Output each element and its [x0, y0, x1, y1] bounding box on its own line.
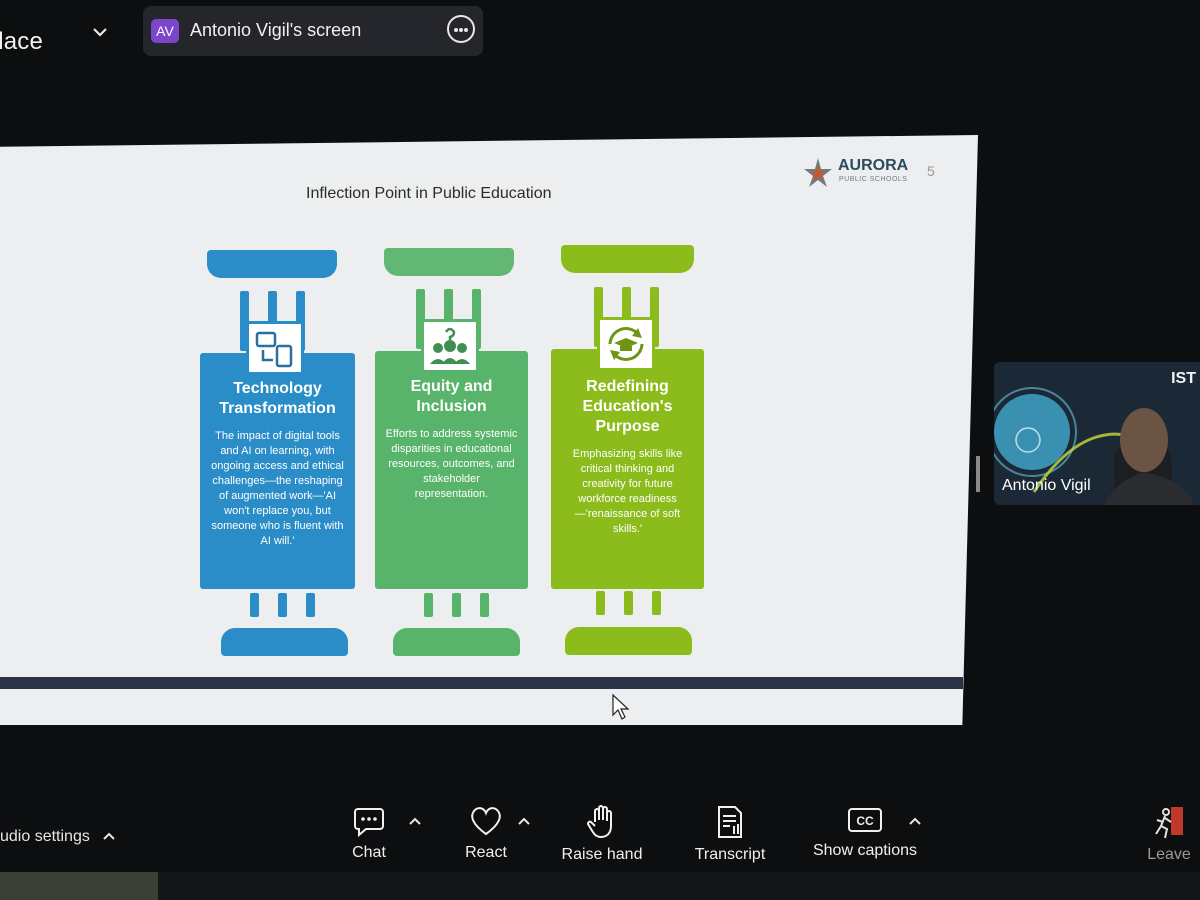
pillar-rib [250, 593, 259, 617]
share-label: Antonio Vigil's screen [190, 20, 362, 40]
cc-icon: CC [848, 808, 882, 832]
transcript-label: Transcript [694, 846, 766, 863]
raise-hand-label: Raise hand [561, 846, 643, 863]
mouse-cursor-icon [612, 693, 630, 720]
pillar-rib [480, 593, 489, 617]
slide-footer-bar [0, 677, 963, 689]
slide-title: Inflection Point in Public Education [306, 185, 552, 202]
transcript-icon [718, 806, 742, 838]
react-button[interactable]: React [462, 804, 510, 862]
pillar-rib [424, 593, 433, 617]
leave-button[interactable]: Leave [1144, 804, 1194, 864]
pillar-heading: Redefining Education's Purpose [582, 378, 673, 435]
chat-button[interactable]: Chat [346, 804, 392, 862]
pillar-rib [652, 591, 661, 615]
overlay-tag: IST [1171, 370, 1196, 387]
react-label: React [465, 844, 507, 861]
pillar-cap [561, 245, 694, 273]
page-number: 5 [927, 163, 935, 179]
pillar-base [221, 628, 348, 656]
more-options-icon[interactable] [447, 15, 475, 43]
leave-label: Leave [1147, 846, 1191, 863]
graduation-cycle-icon [597, 317, 655, 371]
pillar-rib [306, 593, 315, 617]
avatar: AV [151, 19, 179, 43]
pillar-body: Emphasizing skills like critical thinkin… [572, 448, 683, 535]
svg-text:CC: CC [856, 814, 874, 828]
pillar-base [393, 628, 520, 656]
star-logo-icon [804, 158, 832, 187]
pillar-panel: Redefining Education's Purpose Emphasizi… [551, 349, 704, 589]
chevron-up-icon[interactable] [102, 831, 116, 841]
pillar-cap [207, 250, 337, 278]
logo-subtitle: PUBLIC SCHOOLS [839, 176, 908, 183]
show-captions-button[interactable]: CC Show captions [808, 804, 922, 860]
audio-settings-button[interactable]: udio settings [0, 828, 116, 846]
show-captions-label: Show captions [812, 842, 918, 859]
pillar-rib [452, 593, 461, 617]
aurora-logo: AURORA PUBLIC SCHOOLS [802, 157, 932, 187]
shared-slide: Inflection Point in Public Education AUR… [0, 135, 978, 725]
pillar-body: The impact of digital tools and AI on le… [211, 430, 344, 547]
chat-label: Chat [352, 844, 386, 861]
pillar-heading: Technology Transformation [219, 380, 336, 417]
devices-icon [246, 321, 304, 375]
pillar-rib [596, 591, 605, 615]
transcript-button[interactable]: Transcript [690, 804, 770, 864]
pillar-rib [278, 593, 287, 617]
raise-hand-button[interactable]: Raise hand [558, 804, 646, 864]
people-question-icon [421, 319, 479, 373]
pillar-panel: Technology Transformation The impact of … [200, 353, 355, 589]
leave-icon [1155, 807, 1183, 839]
hand-icon [587, 805, 612, 839]
pillar-rib [624, 591, 633, 615]
bottom-strip [0, 872, 1200, 900]
pillar-base [565, 627, 692, 655]
background-thumbnail [0, 872, 158, 900]
meeting-title[interactable]: Place [0, 28, 43, 56]
chat-icon [354, 808, 384, 838]
audio-settings-label: udio settings [0, 828, 90, 845]
participant-video-tile[interactable]: IST Antonio Vigil [994, 362, 1200, 505]
heart-icon [471, 807, 501, 836]
chevron-up-icon[interactable] [517, 816, 531, 826]
participant-name: Antonio Vigil [1002, 477, 1091, 494]
chevron-down-icon[interactable] [90, 26, 110, 40]
chevron-up-icon[interactable] [908, 816, 922, 826]
chevron-up-icon[interactable] [408, 816, 422, 826]
pillar-panel: Equity and Inclusion Efforts to address … [375, 351, 528, 589]
pillar-body: Efforts to address systemic disparities … [385, 428, 518, 500]
tile-drag-handle[interactable] [976, 456, 980, 492]
logo-name: AURORA [838, 157, 909, 174]
pillar-heading: Equity and Inclusion [410, 378, 493, 415]
screen-share-banner: AV Antonio Vigil's screen [143, 6, 483, 56]
pillar-cap [384, 248, 514, 276]
